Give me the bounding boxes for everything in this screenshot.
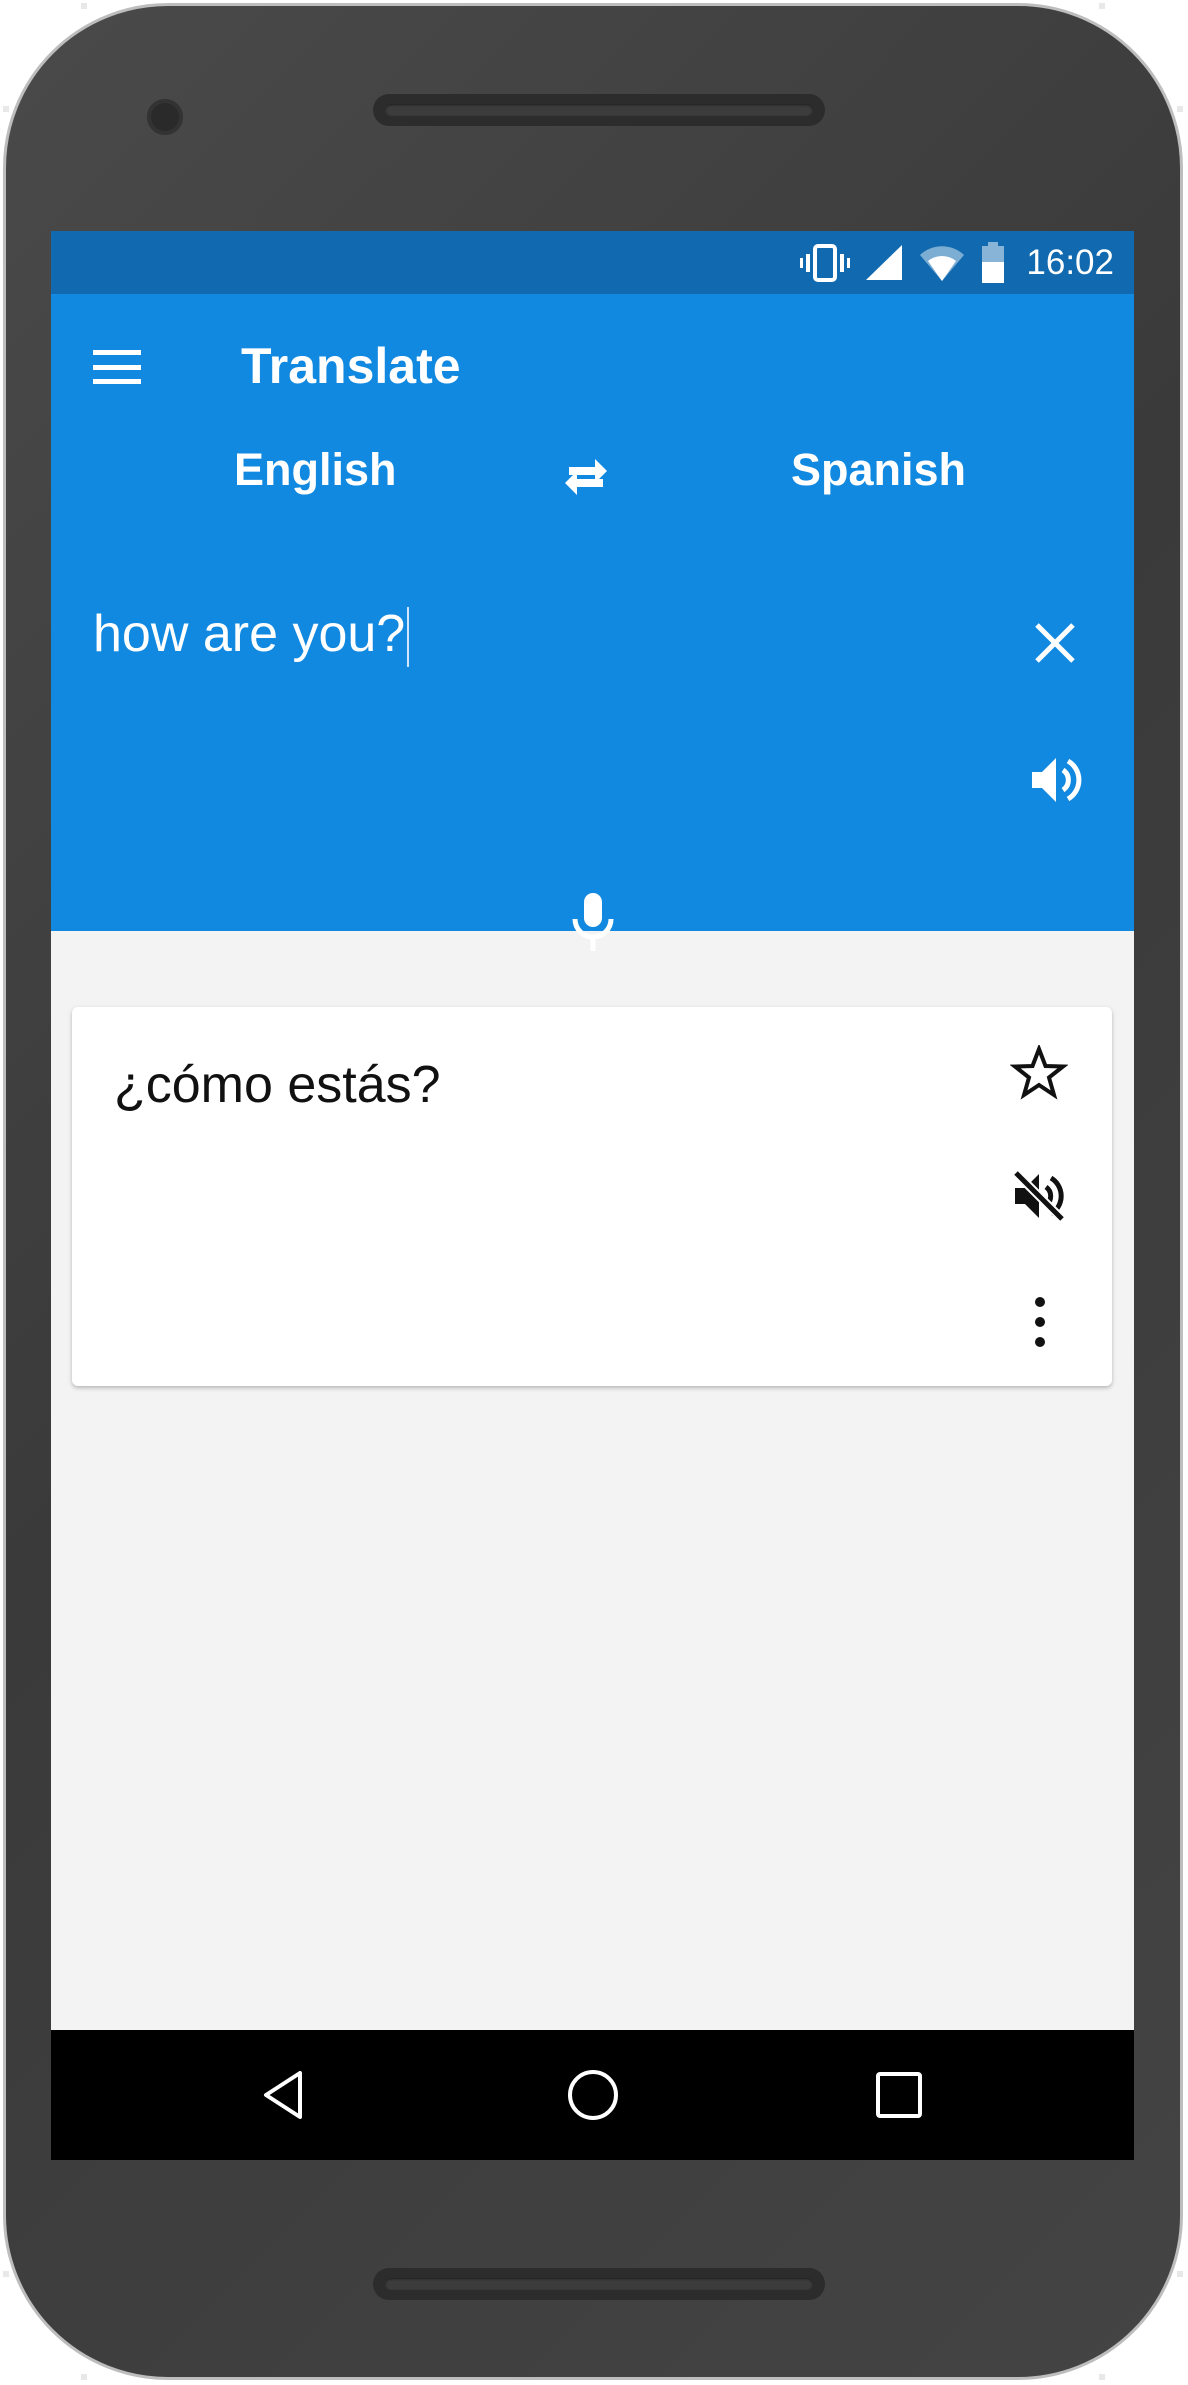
translated-text: ¿cómo estás?: [114, 1056, 441, 1114]
screen: 16:02 Translate English Spanish how are …: [51, 231, 1134, 2160]
frame-mark: [3, 2271, 9, 2277]
translation-result-card[interactable]: ¿cómo estás?: [72, 1007, 1112, 1386]
battery-icon: [982, 241, 1005, 283]
language-selector: English Spanish: [51, 444, 1134, 524]
target-language-button[interactable]: Spanish: [791, 444, 966, 496]
frame-mark: [1099, 2374, 1105, 2380]
wifi-icon: [920, 245, 965, 281]
earpiece-speaker: [373, 94, 825, 126]
input-value: how are you?: [93, 605, 406, 663]
microphone-icon[interactable]: [565, 889, 621, 955]
app-title: Translate: [241, 338, 461, 394]
status-bar: 16:02: [51, 231, 1134, 294]
vibrate-icon: [800, 243, 851, 282]
status-time: 16:02: [1026, 242, 1114, 282]
front-camera: [147, 99, 183, 135]
status-icons: 16:02: [800, 231, 1114, 294]
star-icon[interactable]: [1010, 1045, 1068, 1103]
home-icon[interactable]: [563, 2065, 623, 2125]
recents-icon[interactable]: [869, 2065, 929, 2125]
app-bar: Translate English Spanish how are you?: [51, 294, 1134, 951]
swap-icon[interactable]: [559, 449, 613, 503]
close-icon[interactable]: [1031, 619, 1079, 667]
translation-input[interactable]: how are you?: [93, 604, 410, 668]
volume-up-icon[interactable]: [1028, 752, 1084, 808]
signal-icon: [866, 244, 903, 280]
frame-mark: [3, 106, 9, 112]
frame-mark: [1099, 3, 1105, 9]
source-language-button[interactable]: English: [234, 444, 397, 496]
back-icon[interactable]: [256, 2065, 316, 2125]
navigation-bar: [51, 2030, 1134, 2160]
text-caret: [407, 607, 410, 668]
more-vert-icon[interactable]: [1020, 1292, 1060, 1352]
menu-icon[interactable]: [93, 350, 143, 384]
frame-mark: [81, 3, 87, 9]
volume-off-icon[interactable]: [1010, 1167, 1068, 1225]
bottom-speaker: [373, 2268, 825, 2300]
frame-mark: [81, 2374, 87, 2380]
frame-mark: [1177, 106, 1183, 112]
frame-mark: [1177, 2271, 1183, 2277]
